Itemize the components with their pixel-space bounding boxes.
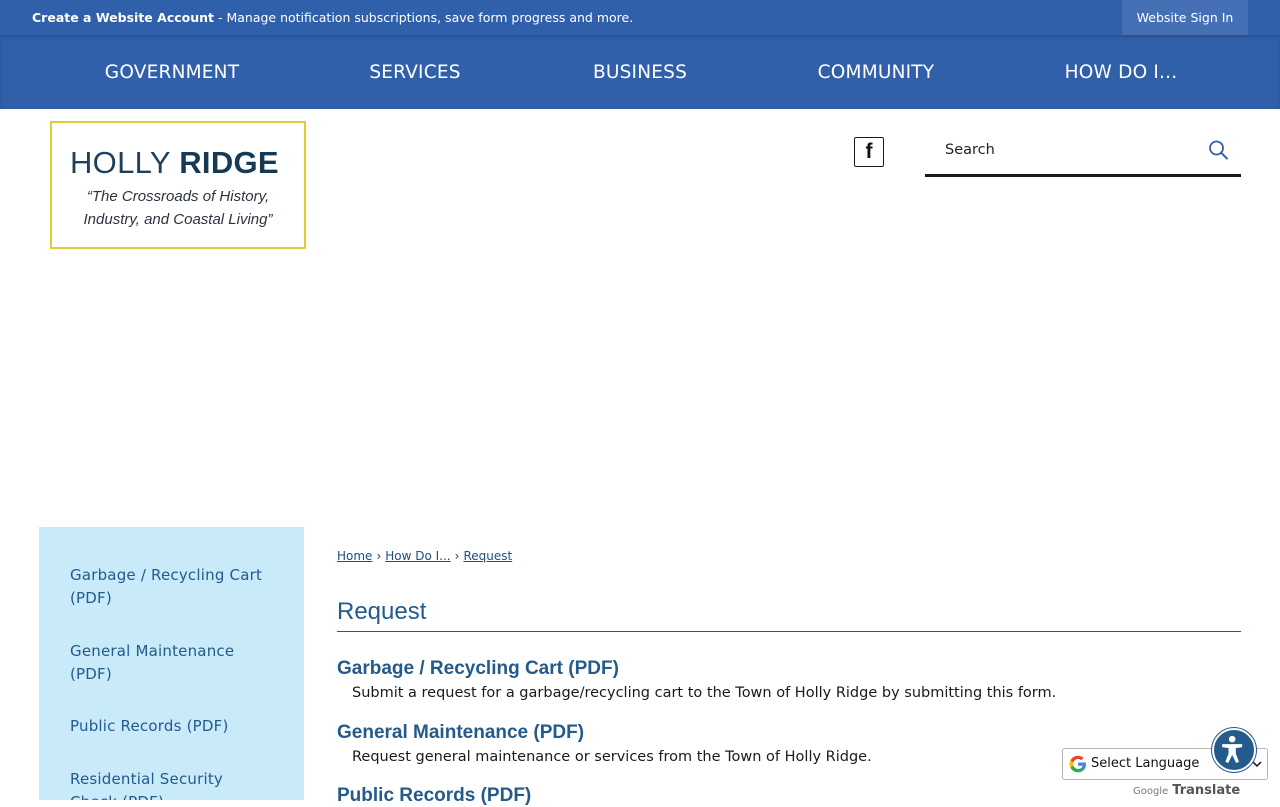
- site-logo[interactable]: HOLLY RIDGE “The Crossroads of History, …: [50, 121, 306, 249]
- google-wordmark: Google: [1133, 786, 1169, 797]
- sidebar-item-general-maintenance[interactable]: General Maintenance (PDF): [70, 640, 275, 685]
- sidebar-nav: Garbage / Recycling Cart (PDF) General M…: [39, 527, 304, 800]
- sidebar-item-public-records[interactable]: Public Records (PDF): [70, 715, 275, 738]
- accessibility-icon[interactable]: [1212, 728, 1256, 772]
- breadcrumb: Home › How Do I... › Request: [337, 549, 512, 563]
- logo-title-holly: HOLLY: [70, 145, 180, 180]
- translate-wordmark: Translate: [1172, 783, 1241, 798]
- nav-business[interactable]: BUSINESS: [580, 35, 700, 109]
- page-title: Request: [337, 598, 427, 625]
- logo-tagline-line2: Industry, and Coastal Living”: [83, 211, 273, 228]
- entry-title-public-records[interactable]: Public Records (PDF): [337, 785, 531, 807]
- nav-how-do-i[interactable]: HOW DO I...: [1056, 35, 1186, 109]
- entry-title-garbage-recycling-cart[interactable]: Garbage / Recycling Cart (PDF): [337, 658, 619, 680]
- entry-description: Request general maintenance or services …: [352, 749, 872, 765]
- facebook-icon[interactable]: f: [854, 137, 884, 167]
- nav-services[interactable]: SERVICES: [355, 35, 475, 109]
- website-sign-in-button[interactable]: Website Sign In: [1122, 0, 1248, 35]
- breadcrumb-how-do-i[interactable]: How Do I...: [385, 549, 450, 563]
- entry-title-general-maintenance[interactable]: General Maintenance (PDF): [337, 722, 584, 744]
- search-input[interactable]: [925, 125, 1195, 174]
- logo-title-ridge: RIDGE: [179, 145, 279, 180]
- site-search: [925, 125, 1241, 177]
- breadcrumb-home[interactable]: Home: [337, 549, 372, 563]
- select-language-label: Select Language: [1091, 756, 1200, 771]
- breadcrumb-request[interactable]: Request: [463, 549, 512, 563]
- nav-government[interactable]: GOVERNMENT: [97, 35, 247, 109]
- account-banner: Create a Website Account - Manage notifi…: [32, 10, 633, 25]
- google-g-icon: [1069, 755, 1086, 773]
- logo-tagline: “The Crossroads of History, Industry, an…: [52, 185, 304, 231]
- title-divider: [337, 631, 1241, 632]
- main-navigation: GOVERNMENT SERVICES BUSINESS COMMUNITY H…: [0, 35, 1280, 109]
- powered-by-google-translate[interactable]: Google Translate: [1133, 783, 1240, 798]
- top-utility-bar: Create a Website Account - Manage notifi…: [0, 0, 1280, 35]
- breadcrumb-separator: ›: [454, 549, 460, 563]
- create-account-link[interactable]: Create a Website Account: [32, 10, 214, 25]
- sidebar-item-residential-security-check[interactable]: Residential Security Check (PDF): [70, 768, 275, 800]
- sidebar-item-garbage-recycling-cart[interactable]: Garbage / Recycling Cart (PDF): [70, 564, 275, 609]
- account-banner-message: - Manage notification subscriptions, sav…: [214, 10, 634, 25]
- entry-description: Submit a request for a garbage/recycling…: [352, 685, 1057, 701]
- logo-title: HOLLY RIDGE: [70, 145, 279, 181]
- breadcrumb-separator: ›: [376, 549, 382, 563]
- search-icon[interactable]: [1207, 139, 1229, 161]
- nav-community[interactable]: COMMUNITY: [806, 35, 946, 109]
- accessibility-figure-icon: [1222, 735, 1243, 763]
- logo-tagline-line1: “The Crossroads of History,: [86, 188, 270, 205]
